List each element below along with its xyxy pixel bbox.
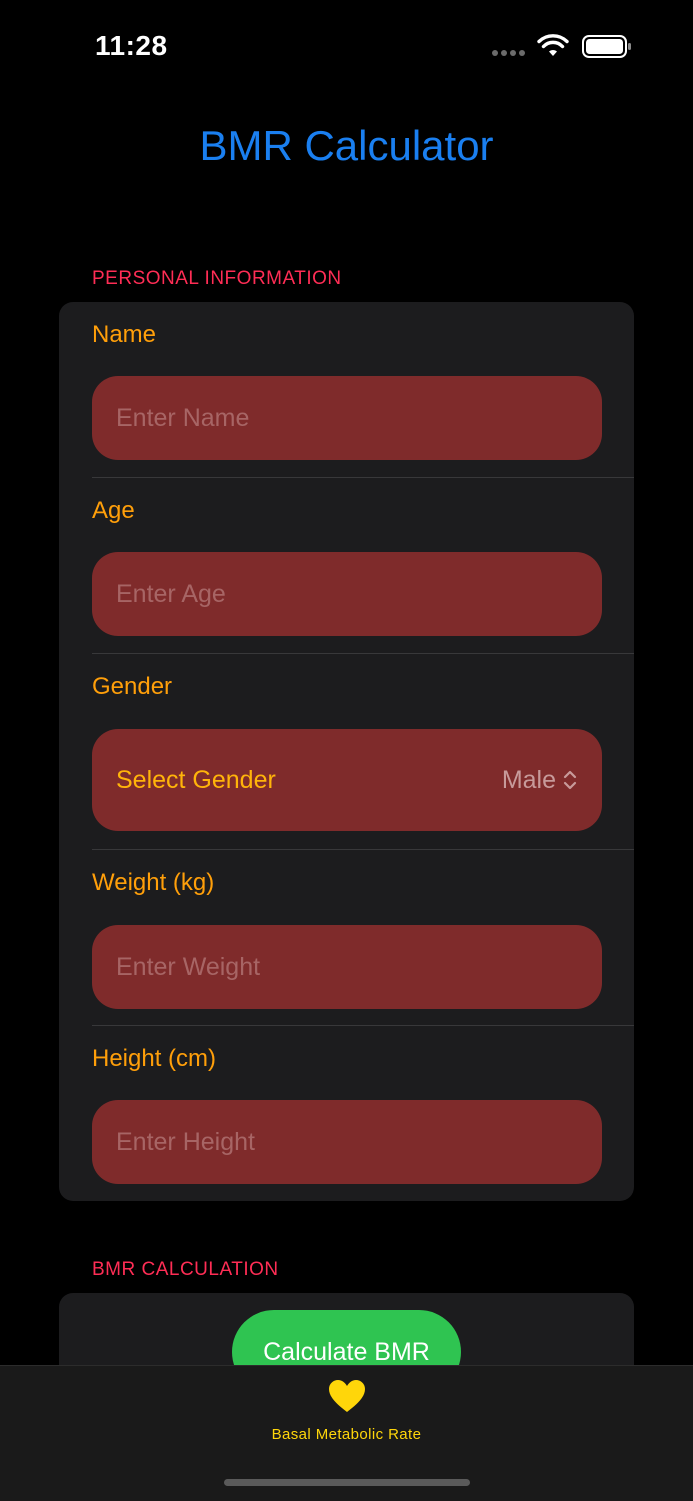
height-label: Height (cm): [92, 1045, 217, 1072]
tab-basal-metabolic-rate[interactable]: Basal Metabolic Rate: [0, 1378, 693, 1443]
gender-label: Gender: [92, 673, 173, 700]
chevron-up-down-icon: [563, 770, 577, 790]
height-placeholder: Enter Height: [116, 1127, 255, 1156]
divider: [92, 653, 634, 654]
heart-icon: [328, 1380, 365, 1412]
age-label: Age: [92, 497, 135, 524]
gender-value-text: Male: [501, 765, 556, 794]
name-field[interactable]: Enter Name: [92, 376, 602, 460]
wifi-icon: [537, 34, 569, 56]
divider: [92, 477, 634, 478]
weight-label: Weight (kg): [92, 869, 215, 896]
age-placeholder: Enter Age: [116, 579, 226, 608]
tab-label: Basal Metabolic Rate: [271, 1426, 422, 1443]
page-title: BMR Calculator: [199, 122, 494, 169]
status-bar: 11:28: [0, 0, 693, 96]
gender-selected-value: Male: [502, 766, 578, 795]
battery-icon: [582, 35, 631, 58]
divider: [92, 1025, 634, 1026]
section-header-personal-information: PERSONAL INFORMATION: [92, 268, 342, 289]
weight-placeholder: Enter Weight: [116, 952, 261, 981]
cellular-signal-icon: [492, 50, 528, 58]
gender-picker[interactable]: Select Gender Male: [92, 729, 602, 831]
weight-field[interactable]: Enter Weight: [92, 925, 602, 1009]
name-placeholder: Enter Name: [116, 403, 250, 432]
home-indicator: [224, 1479, 470, 1486]
status-time: 11:28: [95, 30, 168, 61]
height-field[interactable]: Enter Height: [92, 1100, 602, 1184]
section-header-bmr-calculation: BMR CALCULATION: [92, 1259, 279, 1280]
age-field[interactable]: Enter Age: [92, 552, 602, 636]
name-label: Name: [92, 321, 157, 348]
divider: [92, 849, 634, 850]
gender-picker-label: Select Gender: [116, 765, 276, 794]
